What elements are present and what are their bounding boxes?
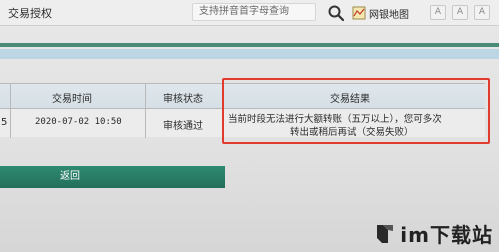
- search-icon[interactable]: [327, 4, 345, 22]
- top-bar: 交易授权 支持拼音首字母查询 网银地图 A A A: [0, 0, 499, 26]
- watermark-text: im下载站: [400, 223, 493, 247]
- column-divider: [10, 84, 11, 138]
- page-title: 交易授权: [8, 7, 52, 20]
- screen: 交易授权 支持拼音首字母查询 网银地图 A A A 交易时间 审核状态 交易结果…: [0, 0, 499, 252]
- font-size-medium-button[interactable]: A: [452, 5, 468, 20]
- watermark-logo-icon: [377, 224, 394, 243]
- action-bar: 返回: [0, 166, 225, 188]
- font-size-large-button[interactable]: A: [430, 5, 446, 20]
- column-header-status: 审核状态: [163, 94, 203, 105]
- result-highlight-box: [222, 78, 490, 144]
- map-link[interactable]: 网银地图: [352, 3, 409, 23]
- watermark: im下载站: [372, 219, 493, 248]
- map-icon: [352, 6, 366, 20]
- table-row-prefix: 5: [1, 117, 8, 128]
- column-divider: [145, 84, 146, 138]
- table-row-time: 2020-07-02 10:50: [35, 117, 122, 127]
- search-input[interactable]: 支持拼音首字母查询: [192, 3, 316, 21]
- back-button[interactable]: 返回: [40, 169, 100, 185]
- font-size-small-button[interactable]: A: [474, 5, 490, 20]
- map-link-label: 网银地图: [369, 9, 409, 21]
- section-strip: [0, 49, 499, 59]
- header-divider: [0, 43, 499, 47]
- column-header-time: 交易时间: [52, 94, 92, 105]
- table-row-status: 审核通过: [163, 121, 203, 132]
